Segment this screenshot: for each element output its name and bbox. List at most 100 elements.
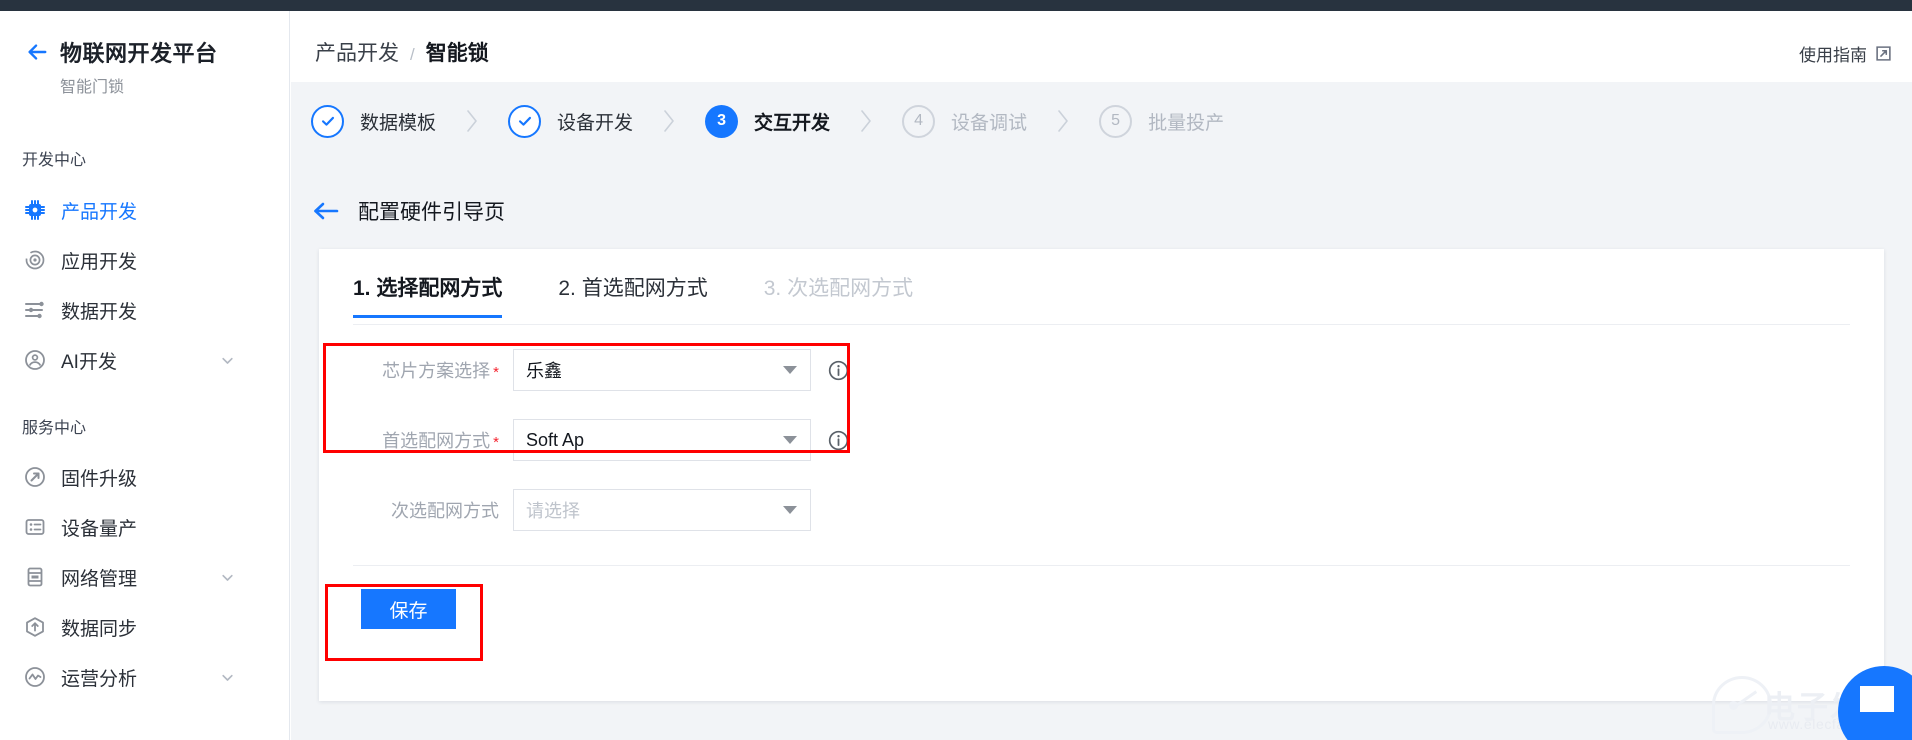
analytics-icon [22,664,48,690]
user-guide-label: 使用指南 [1799,46,1867,65]
sync-icon [22,614,48,640]
chevron-down-icon [221,571,234,584]
step-2[interactable]: 设备开发 [508,104,634,138]
chevron-down-icon [783,436,797,444]
chip-icon [22,197,48,223]
sidebar-item-ai-development[interactable]: AI开发 [0,338,290,382]
sidebar-item-label: 产品开发 [61,201,138,223]
sidebar-item-label: AI开发 [61,351,117,373]
step-separator-icon [436,108,508,134]
sidebar-item-label: 网络管理 [61,568,138,590]
sidebar: 物联网开发平台 智能门锁 开发中心 产品开发 应用开发 数据开发 AI开发 服务… [0,11,290,740]
sidebar-item-app-development[interactable]: 应用开发 [0,238,290,282]
select-value: 乐鑫 [526,361,562,381]
select-value: Soft Ap [526,429,585,450]
list-card-icon [22,514,48,540]
network-icon [22,564,48,590]
step-separator-icon [830,108,902,134]
config-form: 芯片方案选择 * 乐鑫 首选配网方式 * Soft Ap 次选配网方式 请选择 [353,349,1850,559]
sidebar-item-label: 数据开发 [61,301,138,323]
user-guide-link[interactable]: 使用指南 [1799,41,1892,66]
save-button[interactable]: 保存 [361,589,456,629]
nav-group-title-service: 服务中心 [22,420,87,437]
step-5[interactable]: 5 批量投产 [1099,104,1225,138]
info-icon[interactable] [828,430,849,451]
field-label-text: 次选配网方式 [391,501,499,521]
app-root: 物联网开发平台 智能门锁 开发中心 产品开发 应用开发 数据开发 AI开发 服务… [0,0,1912,740]
sidebar-item-label: 数据同步 [61,618,138,640]
field-label: 芯片方案选择 * [353,357,513,383]
chevron-down-icon [221,671,234,684]
chip-solution-select[interactable]: 乐鑫 [513,349,811,391]
step-label: 交互开发 [754,112,831,134]
config-card: 1. 选择配网方式 2. 首选配网方式 3. 次选配网方式 芯片方案选择 * 乐鑫 [319,249,1884,701]
step-label: 批量投产 [1148,112,1225,134]
primary-network-mode-select[interactable]: Soft Ap [513,419,811,461]
target-icon [22,247,48,273]
ai-circle-icon [22,347,48,373]
brand-subtitle: 智能门锁 [60,79,125,96]
select-placeholder: 请选择 [526,501,580,521]
top-system-bar [0,0,1912,11]
breadcrumb-separator: / [410,45,415,64]
sidebar-item-label: 固件升级 [61,468,138,490]
watermark-url-text: www.elecfans.com [1768,716,1894,732]
sidebar-item-operation-analytics[interactable]: 运营分析 [0,655,290,699]
sliders-icon [22,297,48,323]
form-row-chip-solution: 芯片方案选择 * 乐鑫 [353,349,1850,391]
step-label: 设备调试 [951,112,1028,134]
check-icon [311,104,344,138]
chevron-down-icon [783,506,797,514]
breadcrumb-parent[interactable]: 产品开发 [315,37,399,67]
sidebar-item-network-management[interactable]: 网络管理 [0,555,290,599]
sidebar-item-product-development[interactable]: 产品开发 [0,188,290,232]
step-number: 4 [902,104,936,138]
step-number: 5 [1099,104,1133,138]
tab-bar: 1. 选择配网方式 2. 首选配网方式 3. 次选配网方式 [353,272,1850,325]
breadcrumb-current: 智能锁 [425,42,489,65]
upgrade-icon [22,464,48,490]
secondary-network-mode-select[interactable]: 请选择 [513,489,811,531]
sidebar-item-data-development[interactable]: 数据开发 [0,288,290,332]
progress-steps: 数据模板 设备开发 3 交互开发 4 设备调试 5 批量投产 [291,82,1912,160]
external-link-icon [1875,45,1892,62]
sidebar-item-label: 运营分析 [61,668,138,690]
chevron-down-icon [783,366,797,374]
info-icon[interactable] [828,360,849,381]
tab-select-network-mode[interactable]: 1. 选择配网方式 [353,272,503,318]
arrow-left-icon [313,201,339,221]
step-label: 数据模板 [360,112,437,134]
step-label: 设备开发 [557,112,634,134]
brand-title: 物联网开发平台 [60,41,218,66]
tab-secondary-network-mode: 3. 次选配网方式 [763,277,914,300]
page-title: 配置硬件引导页 [358,201,505,224]
step-separator-icon [1027,108,1099,134]
main-content: 产品开发 / 智能锁 使用指南 数据模板 设备开发 3 交互开发 4 设备调试 … [291,11,1912,740]
field-label: 首选配网方式 * [353,427,513,453]
step-number: 3 [705,104,739,138]
field-label-text: 首选配网方式 [382,431,491,451]
form-row-primary-network-mode: 首选配网方式 * Soft Ap [353,419,1850,461]
required-marker: * [493,364,499,381]
page-header: 产品开发 / 智能锁 使用指南 [291,11,1912,82]
step-3[interactable]: 3 交互开发 [705,104,831,138]
required-marker: * [493,434,499,451]
field-label: 次选配网方式 [353,497,513,523]
chevron-down-icon [221,354,234,367]
sidebar-item-label: 应用开发 [61,251,138,273]
sidebar-item-data-sync[interactable]: 数据同步 [0,605,290,649]
sidebar-item-mass-production[interactable]: 设备量产 [0,505,290,549]
tab-primary-network-mode[interactable]: 2. 首选配网方式 [558,272,707,317]
back-to-previous-page[interactable]: 配置硬件引导页 [313,196,505,226]
step-4[interactable]: 4 设备调试 [902,104,1028,138]
arrow-left-icon[interactable] [26,41,48,63]
field-label-text: 芯片方案选择 [382,361,491,381]
sidebar-item-label: 设备量产 [61,518,138,540]
form-divider [353,565,1850,566]
form-row-secondary-network-mode: 次选配网方式 请选择 [353,489,1850,531]
breadcrumb: 产品开发 / 智能锁 [315,37,489,67]
step-1[interactable]: 数据模板 [311,104,437,138]
check-icon [508,104,542,138]
sidebar-item-firmware-upgrade[interactable]: 固件升级 [0,455,290,499]
sidebar-brand: 物联网开发平台 智能门锁 [26,36,276,97]
